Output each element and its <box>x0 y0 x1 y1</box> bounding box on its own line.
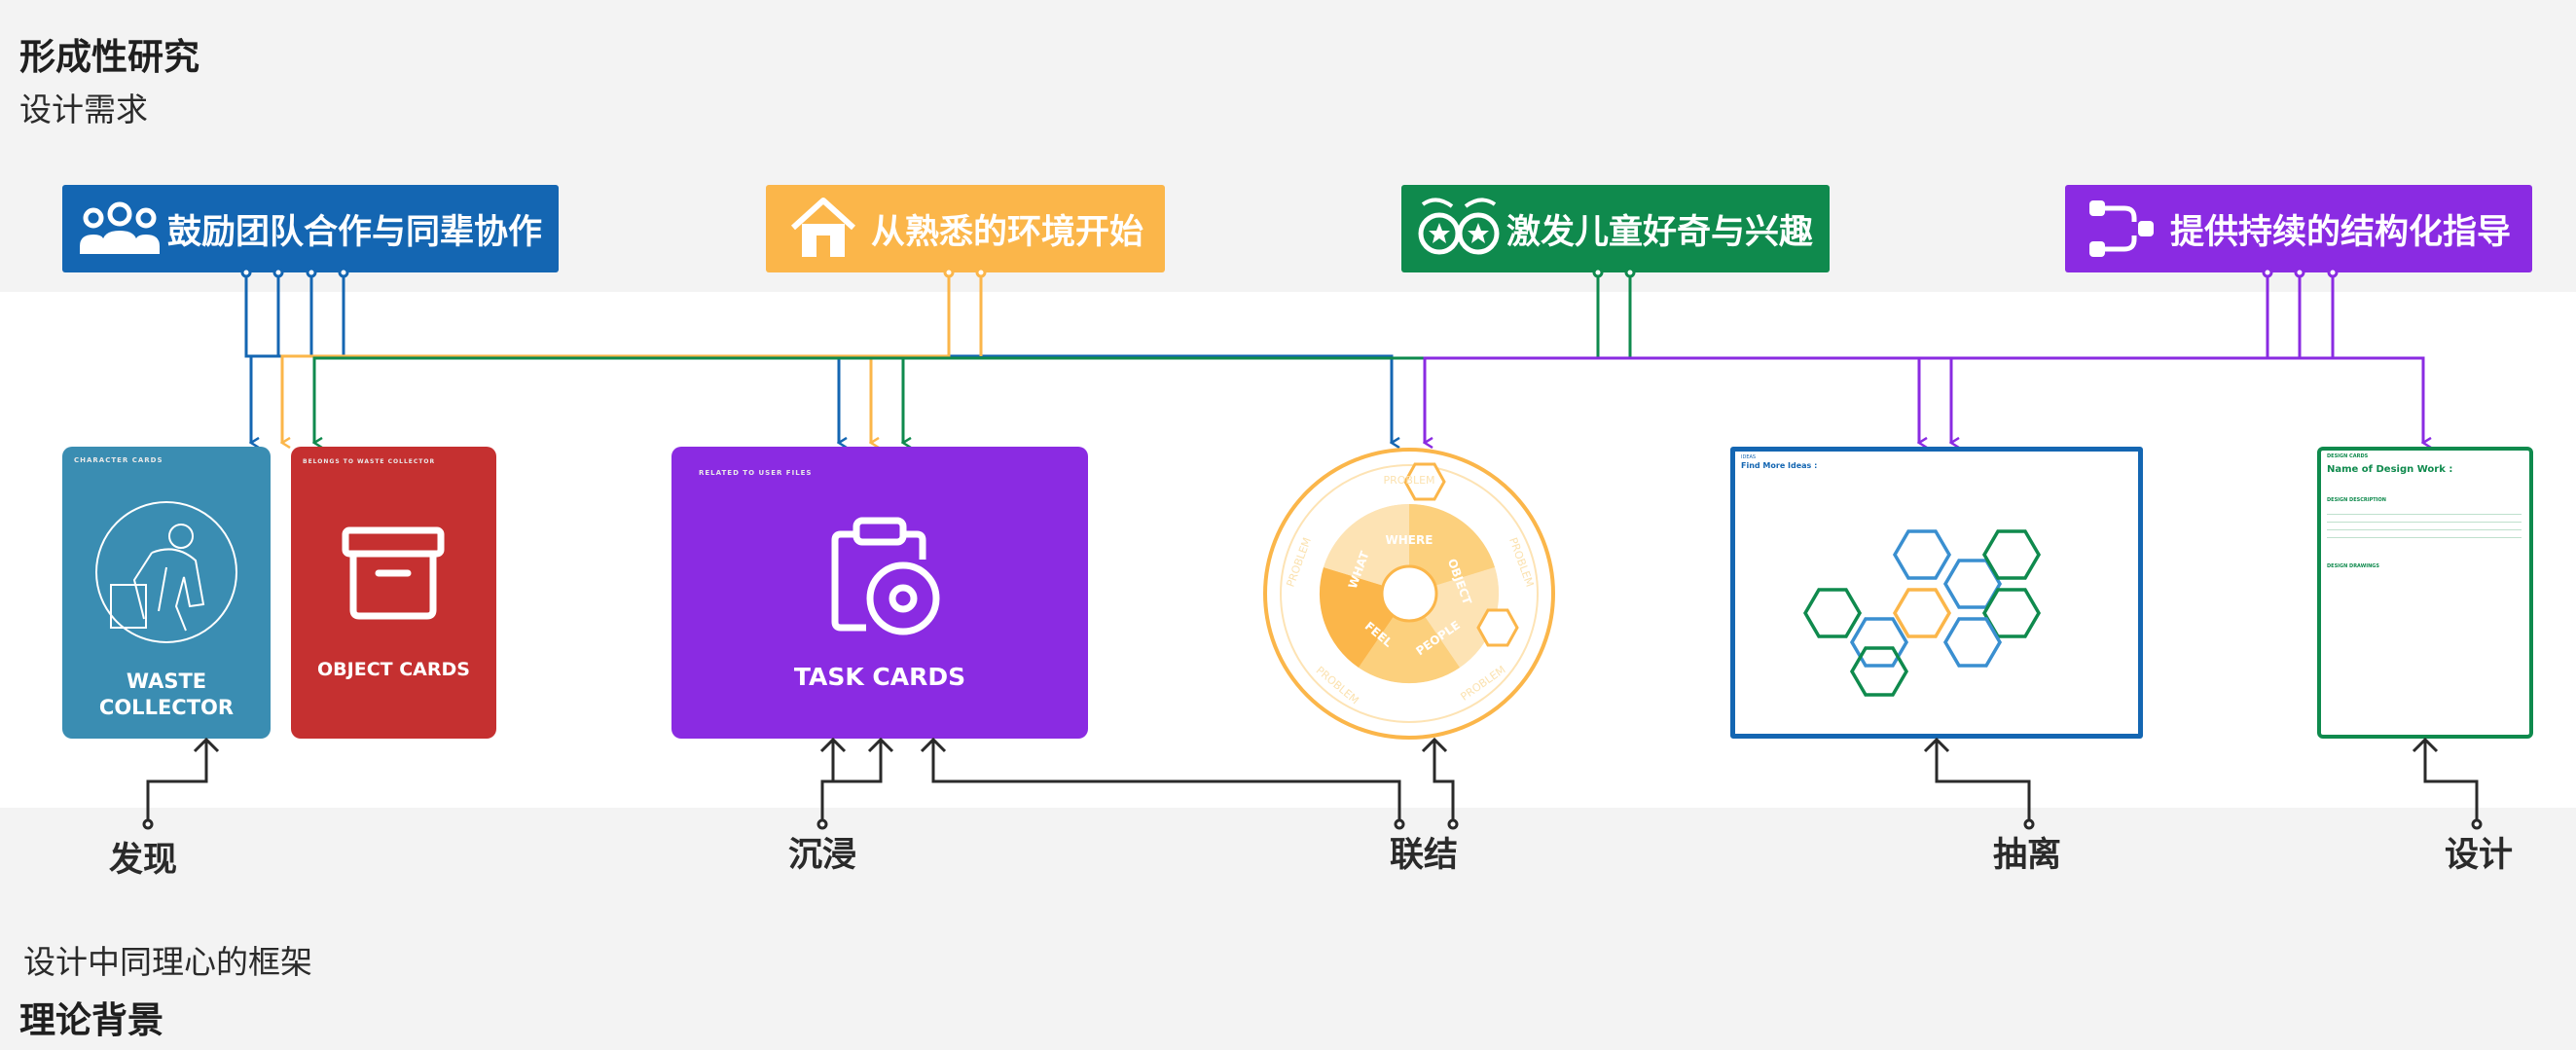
stage-connectors <box>142 737 2483 830</box>
footer-title: 理论背景 <box>19 999 163 1041</box>
stage-discover: 发现 <box>109 841 178 880</box>
stage-connect: 联结 <box>1390 836 1459 875</box>
footer-subtitle: 设计中同理心的框架 <box>23 943 312 981</box>
stage-detach: 抽离 <box>1993 836 2062 875</box>
stage-immerse: 沉浸 <box>788 836 857 875</box>
stage-design: 设计 <box>2445 836 2514 875</box>
